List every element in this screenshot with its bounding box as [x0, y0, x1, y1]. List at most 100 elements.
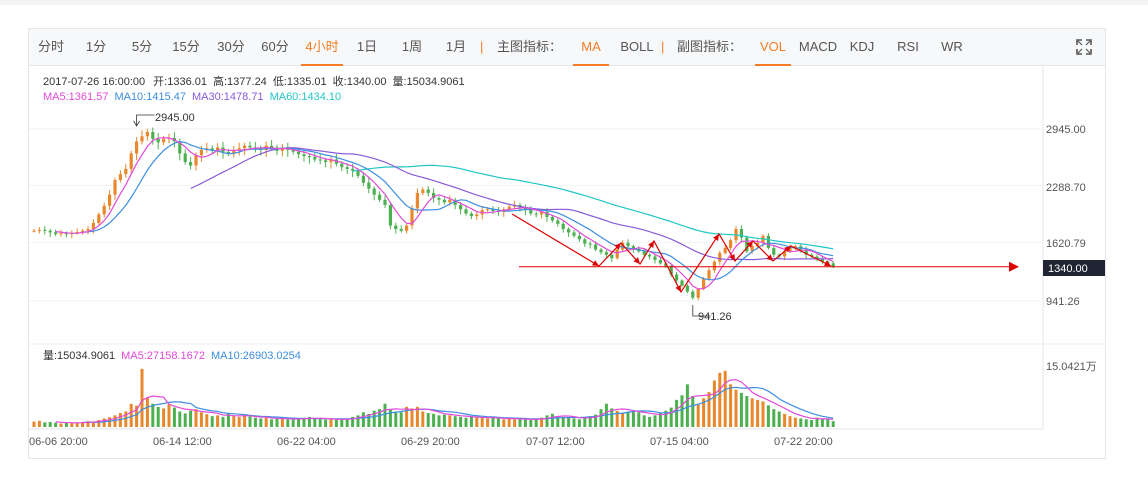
volume-bar	[194, 409, 198, 427]
candle-body	[675, 274, 679, 281]
volume-bar	[178, 411, 182, 427]
candle-body	[442, 199, 446, 203]
volume-bar	[248, 416, 252, 427]
candle-body	[459, 204, 463, 210]
volume-bar	[745, 396, 749, 427]
ma10-legend: MA10:1415.47	[114, 91, 186, 103]
candle-body	[712, 261, 716, 271]
info-datetime: 2017-07-26 16:00:00	[43, 76, 145, 88]
volume-bar	[108, 417, 112, 427]
volume-bar	[734, 389, 738, 427]
volume-bar	[54, 422, 58, 427]
volume-bar	[426, 413, 430, 427]
volume-bar	[577, 419, 581, 427]
candle-body	[97, 214, 101, 223]
volume-bar	[221, 416, 225, 427]
candle-body	[653, 256, 657, 260]
volume-bar	[523, 419, 527, 427]
volume-bar	[399, 412, 403, 427]
volume-bar	[826, 418, 830, 427]
svg-text:MA5:1361.57MA10:1415.47MA30:14: MA5:1361.57 MA10:1415.47 MA30:1478.71 MA60:…	[43, 91, 341, 103]
candle-body	[248, 145, 252, 148]
volume-bar	[345, 419, 349, 427]
candle-body	[307, 156, 311, 158]
candle-body	[729, 240, 733, 248]
volume-bar	[162, 408, 166, 427]
candle-body	[599, 249, 603, 253]
candle-body	[135, 141, 139, 154]
candle-body	[102, 205, 106, 215]
candle-body	[372, 188, 376, 195]
volume-bar	[286, 419, 290, 427]
candle-body	[588, 243, 592, 245]
candle-body	[43, 229, 47, 231]
volume-bar	[534, 419, 538, 427]
volume-bar	[442, 414, 446, 427]
volume-bar	[680, 395, 684, 427]
volume-bar	[172, 407, 176, 427]
last-price-label: 1340.00	[1048, 263, 1088, 275]
volume-bar	[718, 372, 722, 427]
x-tick-label: 06-06 20:00	[29, 436, 88, 448]
candle-body	[469, 213, 473, 217]
volume-bar	[831, 421, 835, 427]
volume-bar	[329, 419, 333, 427]
volume-bar	[691, 396, 695, 427]
candle-body	[475, 214, 479, 217]
candle-body	[658, 259, 662, 264]
kline-panel: 分时 1分 5分 15分 30分 60分 4小时 1日 1周 1月 | 主图指标…	[28, 28, 1106, 459]
candle-body	[561, 223, 565, 230]
x-tick-label: 07-22 20:00	[774, 436, 833, 448]
candle-body	[610, 254, 614, 259]
candle-body	[388, 204, 392, 226]
candle-body	[567, 229, 571, 233]
volume-bar	[124, 411, 128, 427]
volume-bar	[545, 415, 549, 427]
volume-bar	[637, 412, 641, 427]
volume-bar	[507, 418, 511, 427]
min-price-label: 941.26	[698, 311, 732, 323]
candle-body	[156, 138, 160, 143]
volume-bar	[696, 403, 700, 427]
volume-bar	[756, 399, 760, 427]
volume-bar	[189, 410, 193, 427]
candle-body	[831, 263, 835, 267]
volume-bar	[145, 397, 149, 427]
volume-bar	[723, 370, 727, 427]
ma30-legend: MA30:1478.71	[192, 91, 264, 103]
candle-body	[32, 230, 36, 232]
volume-bar	[237, 416, 241, 427]
volume-bar	[199, 412, 203, 427]
volume-legend-vol: 量:15034.9061	[43, 349, 115, 362]
candle-body	[556, 220, 560, 224]
y-tick-label: 1620.79	[1046, 238, 1086, 250]
volume-bar	[464, 417, 468, 427]
candle-body	[356, 170, 360, 176]
candle-body	[243, 145, 247, 149]
kline-chart: 2017-07-26 16:00:00 开:1336.01 高:1377.24 低:1…	[29, 66, 1105, 448]
volume-bar	[297, 418, 301, 427]
volume-legend: 量:15034.9061 MA5:27158.1672 MA10:26903.025…	[43, 349, 301, 362]
candle-body	[383, 199, 387, 205]
volume-bar	[37, 420, 41, 427]
info-open: 开:1336.01	[153, 76, 207, 88]
volume-bar	[183, 413, 187, 427]
candle-body	[340, 163, 344, 168]
candle-body	[361, 175, 365, 183]
candle-body	[534, 213, 538, 215]
volume-bar	[653, 415, 657, 427]
volume-bar	[480, 417, 484, 427]
volume-bar	[707, 392, 711, 427]
volume-bar	[685, 384, 689, 427]
volume-bar	[113, 415, 117, 427]
volume-bar	[410, 408, 414, 427]
candle-body	[405, 225, 409, 231]
candle-body	[696, 289, 700, 298]
volume-bar	[324, 419, 328, 427]
candle-body	[707, 270, 711, 279]
volume-bar	[43, 422, 47, 427]
candle-body	[421, 189, 425, 193]
volume-bar	[550, 413, 554, 427]
candle-body	[124, 168, 128, 175]
volume-bar	[729, 384, 733, 427]
